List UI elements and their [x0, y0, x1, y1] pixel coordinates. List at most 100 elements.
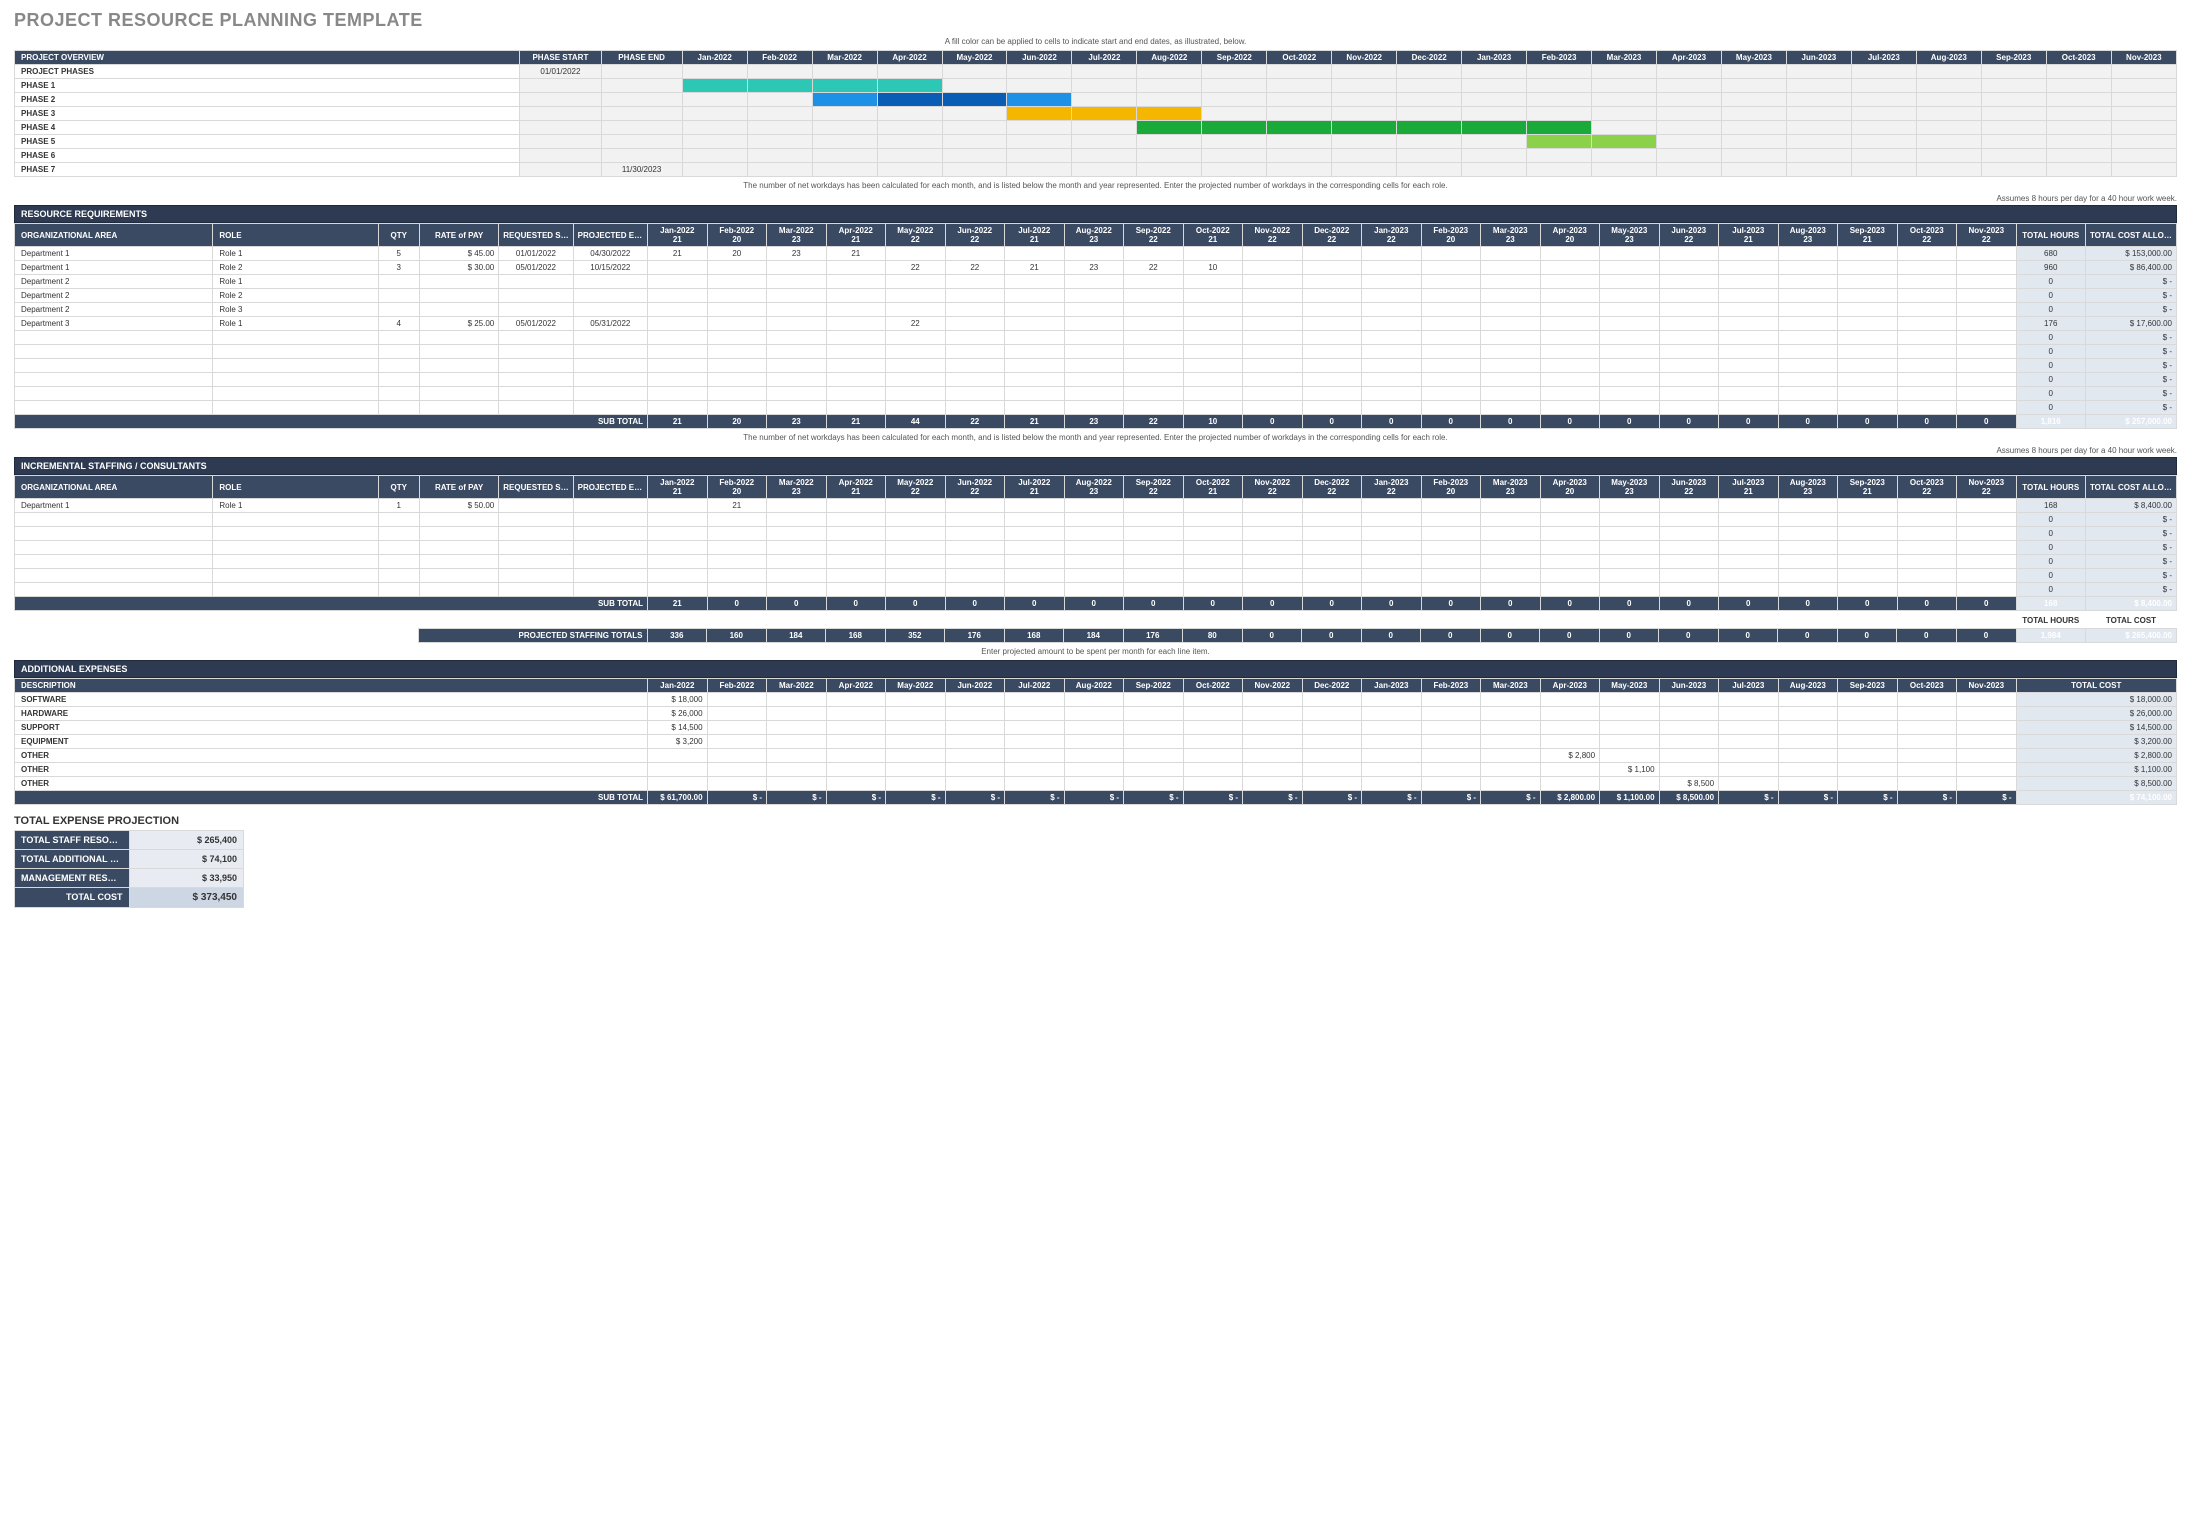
gantt-cell[interactable] [1462, 121, 1527, 135]
expense-cell[interactable] [1302, 762, 1362, 776]
phase-start-cell[interactable] [520, 135, 601, 149]
expense-cell[interactable] [767, 762, 827, 776]
value-cell[interactable] [1243, 289, 1303, 303]
value-cell[interactable]: 21 [1005, 261, 1065, 275]
value-cell[interactable] [1778, 541, 1838, 555]
area-cell[interactable]: Department 1 [15, 247, 213, 261]
value-cell[interactable] [1243, 247, 1303, 261]
value-cell[interactable] [1302, 261, 1362, 275]
value-cell[interactable] [648, 555, 708, 569]
value-cell[interactable] [945, 569, 1005, 583]
value-cell[interactable] [1600, 387, 1660, 401]
expense-cell[interactable]: $ 3,200 [648, 734, 708, 748]
gantt-cell[interactable] [1462, 65, 1527, 79]
gantt-cell[interactable] [1202, 79, 1267, 93]
gantt-cell[interactable] [1267, 65, 1332, 79]
value-cell[interactable] [1243, 513, 1303, 527]
value-cell[interactable] [1659, 401, 1719, 415]
start-cell[interactable] [499, 541, 573, 555]
value-cell[interactable] [826, 359, 886, 373]
gantt-cell[interactable] [1267, 135, 1332, 149]
value-cell[interactable] [1778, 387, 1838, 401]
gantt-cell[interactable] [1137, 121, 1202, 135]
end-cell[interactable] [573, 289, 647, 303]
expense-cell[interactable]: $ 8,500 [1659, 776, 1719, 790]
expense-cell[interactable] [1600, 720, 1660, 734]
value-cell[interactable] [648, 527, 708, 541]
value-cell[interactable] [1719, 583, 1779, 597]
value-cell[interactable] [1540, 555, 1600, 569]
value-cell[interactable] [767, 289, 827, 303]
value-cell[interactable] [1719, 289, 1779, 303]
expense-cell[interactable] [1957, 734, 2017, 748]
value-cell[interactable] [1540, 261, 1600, 275]
value-cell[interactable] [1600, 569, 1660, 583]
rate-cell[interactable]: $ 25.00 [419, 317, 498, 331]
value-cell[interactable] [1838, 289, 1898, 303]
value-cell[interactable] [886, 541, 946, 555]
value-cell[interactable] [945, 359, 1005, 373]
value-cell[interactable] [1362, 555, 1422, 569]
value-cell[interactable] [1778, 345, 1838, 359]
value-cell[interactable] [1362, 583, 1422, 597]
value-cell[interactable] [1362, 499, 1422, 513]
end-cell[interactable] [573, 387, 647, 401]
value-cell[interactable] [1838, 583, 1898, 597]
value-cell[interactable] [707, 541, 767, 555]
expense-cell[interactable] [826, 776, 886, 790]
role-cell[interactable]: Role 2 [213, 289, 378, 303]
expense-cell[interactable] [1064, 776, 1124, 790]
value-cell[interactable] [1719, 275, 1779, 289]
end-cell[interactable] [573, 359, 647, 373]
value-cell[interactable] [1005, 317, 1065, 331]
value-cell[interactable] [1719, 317, 1779, 331]
expense-cell[interactable] [1838, 776, 1898, 790]
value-cell[interactable] [1183, 569, 1243, 583]
value-cell[interactable]: 20 [707, 247, 767, 261]
gantt-cell[interactable] [2111, 107, 2176, 121]
expense-cell[interactable] [648, 776, 708, 790]
gantt-cell[interactable] [1657, 135, 1722, 149]
value-cell[interactable] [945, 541, 1005, 555]
value-cell[interactable] [1302, 513, 1362, 527]
gantt-cell[interactable] [682, 135, 747, 149]
value-cell[interactable] [1302, 387, 1362, 401]
gantt-cell[interactable] [877, 135, 942, 149]
area-cell[interactable] [15, 555, 213, 569]
gantt-cell[interactable] [1981, 65, 2046, 79]
gantt-cell[interactable] [2046, 121, 2111, 135]
value-cell[interactable] [1957, 289, 2017, 303]
expense-cell[interactable] [1362, 748, 1422, 762]
value-cell[interactable] [1302, 541, 1362, 555]
value-cell[interactable] [767, 513, 827, 527]
expense-cell[interactable] [1243, 748, 1303, 762]
area-cell[interactable] [15, 583, 213, 597]
value-cell[interactable] [1481, 499, 1541, 513]
role-cell[interactable] [213, 401, 378, 415]
gantt-cell[interactable] [1267, 79, 1332, 93]
phase-name[interactable]: PHASE 7 [15, 163, 520, 177]
expense-cell[interactable] [886, 748, 946, 762]
rate-cell[interactable] [419, 541, 498, 555]
value-cell[interactable] [648, 261, 708, 275]
rate-cell[interactable]: $ 50.00 [419, 499, 498, 513]
area-cell[interactable] [15, 331, 213, 345]
rate-cell[interactable] [419, 331, 498, 345]
role-cell[interactable]: Role 2 [213, 261, 378, 275]
value-cell[interactable] [826, 317, 886, 331]
expense-cell[interactable] [826, 762, 886, 776]
value-cell[interactable] [1540, 499, 1600, 513]
start-cell[interactable] [499, 387, 573, 401]
gantt-cell[interactable] [2046, 65, 2111, 79]
value-cell[interactable] [1243, 345, 1303, 359]
expense-cell[interactable] [767, 734, 827, 748]
value-cell[interactable] [1838, 373, 1898, 387]
gantt-cell[interactable] [1462, 93, 1527, 107]
gantt-cell[interactable] [1981, 135, 2046, 149]
value-cell[interactable] [945, 555, 1005, 569]
expense-cell[interactable] [1600, 748, 1660, 762]
value-cell[interactable] [886, 513, 946, 527]
value-cell[interactable] [1302, 247, 1362, 261]
gantt-cell[interactable] [1137, 149, 1202, 163]
value-cell[interactable] [945, 275, 1005, 289]
